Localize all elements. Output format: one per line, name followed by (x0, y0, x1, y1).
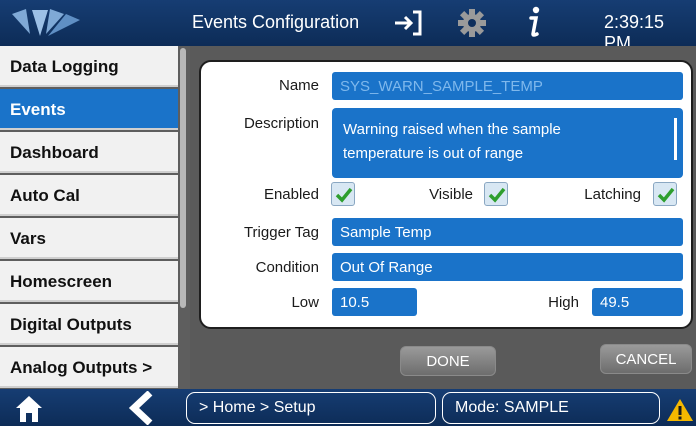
enabled-label: Enabled (263, 186, 319, 203)
sidebar-item-analog-outputs[interactable]: Analog Outputs > (0, 347, 178, 388)
name-field[interactable]: SYS_WARN_SAMPLE_TEMP (332, 72, 683, 100)
back-icon[interactable] (128, 391, 154, 425)
latching-label: Latching (584, 186, 641, 203)
done-button[interactable]: DONE (400, 346, 496, 376)
enabled-checkbox[interactable] (331, 182, 355, 206)
low-label: Low (291, 294, 319, 311)
sidebar-item-dashboard[interactable]: Dashboard (0, 132, 178, 173)
high-field[interactable]: 49.5 (592, 288, 683, 316)
description-line-2: temperature is out of range (343, 145, 524, 162)
top-bar: Events Configuration 2:39:15 PM (0, 0, 696, 53)
name-label: Name (278, 77, 319, 94)
sidebar-item-data-logging[interactable]: Data Logging (0, 46, 178, 87)
condition-label: Condition (255, 259, 319, 276)
home-icon[interactable] (14, 394, 44, 424)
sidebar: Data Logging Events Dashboard Auto Cal V… (0, 46, 190, 389)
visible-label: Visible (429, 186, 473, 203)
bottom-bar: > Home > Setup Mode: SAMPLE (0, 389, 696, 426)
check-icon (488, 187, 506, 203)
sidebar-item-homescreen[interactable]: Homescreen (0, 261, 178, 302)
sidebar-item-events[interactable]: Events (0, 89, 178, 130)
cancel-button[interactable]: CANCEL (600, 344, 692, 374)
event-form-panel: Name SYS_WARN_SAMPLE_TEMP Description Wa… (199, 60, 693, 329)
main-area: Name SYS_WARN_SAMPLE_TEMP Description Wa… (190, 46, 696, 389)
description-label: Description (243, 115, 319, 132)
info-icon[interactable] (524, 4, 544, 40)
login-icon[interactable] (393, 9, 423, 37)
visible-checkbox[interactable] (484, 182, 508, 206)
logo-icon (12, 9, 80, 36)
check-icon (657, 187, 675, 203)
low-field[interactable]: 10.5 (332, 288, 417, 316)
latching-checkbox[interactable] (653, 182, 677, 206)
sidebar-scrollbar[interactable] (180, 48, 186, 308)
sidebar-item-vars[interactable]: Vars (0, 218, 178, 259)
page-title: Events Configuration (192, 12, 360, 32)
warning-icon[interactable] (666, 398, 694, 422)
condition-field[interactable]: Out Of Range (332, 253, 683, 281)
check-icon (335, 187, 353, 203)
gear-icon[interactable] (457, 8, 487, 38)
sidebar-item-digital-outputs[interactable]: Digital Outputs (0, 304, 178, 345)
breadcrumb[interactable]: > Home > Setup (186, 392, 436, 424)
description-scrollbar[interactable] (674, 118, 677, 160)
trigger-tag-field[interactable]: Sample Temp (332, 218, 683, 246)
sidebar-item-auto-cal[interactable]: Auto Cal (0, 175, 178, 216)
mode-indicator: Mode: SAMPLE (442, 392, 660, 424)
trigger-tag-label: Trigger Tag (243, 224, 319, 241)
description-line-1: Warning raised when the sample (343, 121, 561, 138)
description-field[interactable]: Warning raised when the sample temperatu… (332, 108, 683, 178)
high-label: High (548, 294, 579, 311)
